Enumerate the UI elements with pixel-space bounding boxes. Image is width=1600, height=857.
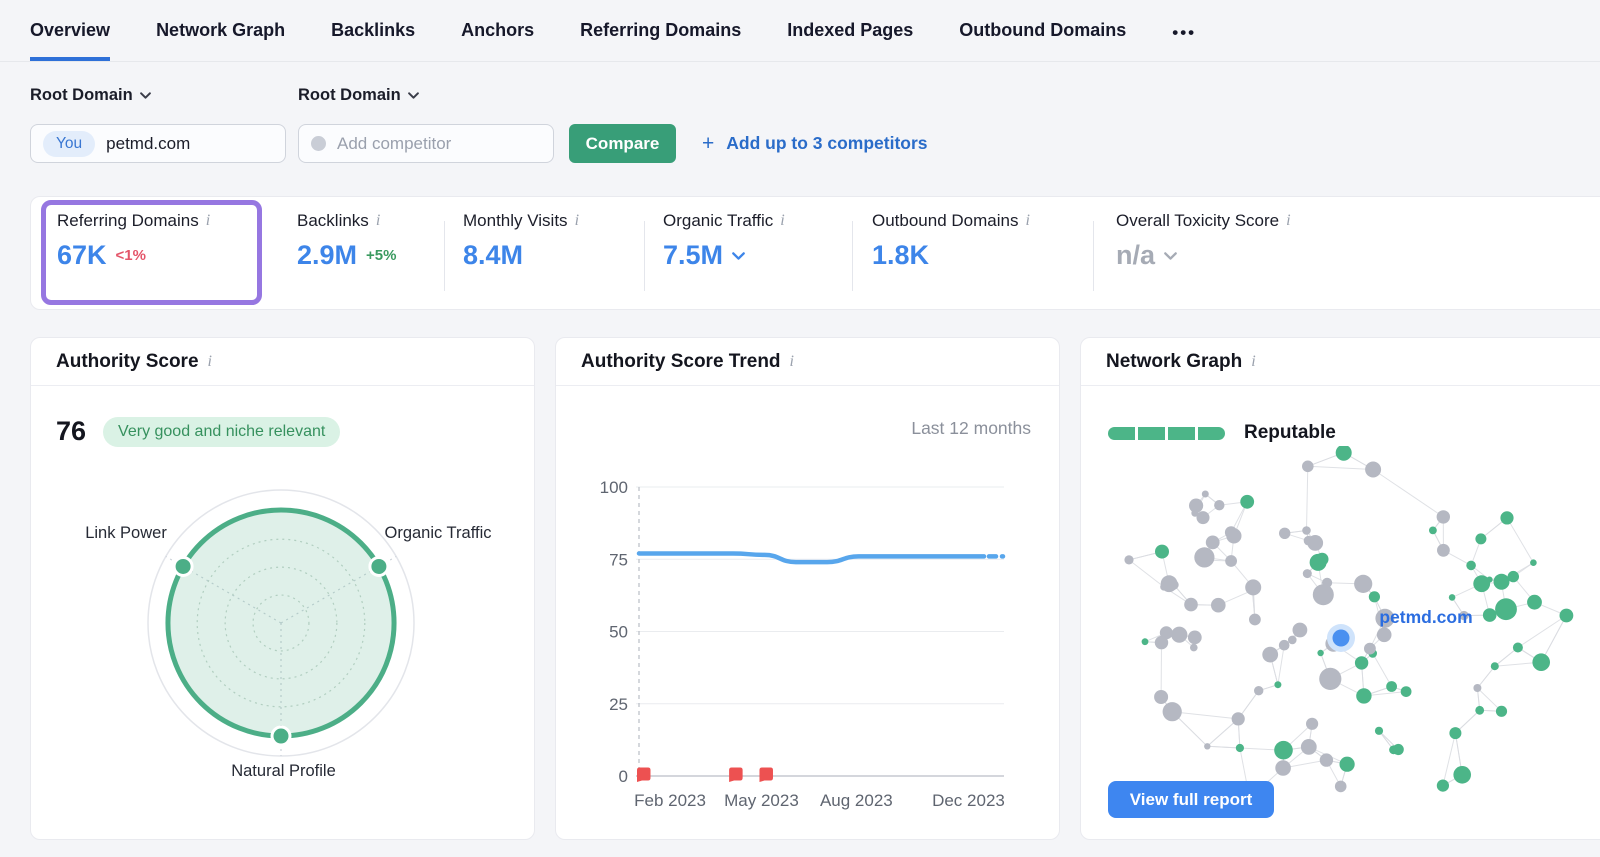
competitor-scope-label: Root Domain bbox=[298, 86, 401, 104]
trend-period-label: Last 12 months bbox=[911, 418, 1031, 438]
you-domain-value: petmd.com bbox=[106, 133, 191, 153]
card-title: Network Graph bbox=[1106, 350, 1243, 372]
metric-label: Referring Domains bbox=[57, 211, 199, 230]
info-icon[interactable]: i bbox=[1251, 353, 1255, 371]
add-competitors-label: Add up to 3 competitors bbox=[726, 133, 928, 153]
reputation-status-label: Reputable bbox=[1244, 422, 1336, 443]
summary-metrics-bar: Referring Domains i 67K <1% Backlinks i 2.9… bbox=[30, 196, 1600, 310]
add-competitor-field[interactable] bbox=[298, 124, 554, 163]
metric-value: 7.5M bbox=[663, 240, 724, 270]
metric-label: Monthly Visits bbox=[463, 211, 568, 230]
divider bbox=[444, 221, 445, 291]
authority-score-trend-card: Authority Score Trend i Last 12 months 1… bbox=[555, 337, 1060, 840]
metric-overall-toxicity-score: Overall Toxicity Score i n/a bbox=[1116, 211, 1291, 271]
info-icon[interactable]: i bbox=[208, 353, 212, 371]
metric-label: Backlinks bbox=[297, 211, 369, 230]
tab-indexed-pages[interactable]: Indexed Pages bbox=[787, 0, 913, 61]
tab-referring-domains[interactable]: Referring Domains bbox=[580, 0, 741, 61]
info-icon[interactable]: i bbox=[206, 212, 210, 230]
info-icon[interactable]: i bbox=[1286, 212, 1290, 230]
metric-delta: +5% bbox=[366, 247, 397, 264]
chevron-down-icon[interactable] bbox=[1164, 251, 1177, 260]
svg-text:50: 50 bbox=[609, 623, 628, 642]
card-header: Network Graph i bbox=[1081, 338, 1600, 386]
card-header: Authority Score i bbox=[31, 338, 534, 386]
you-scope-label: Root Domain bbox=[30, 86, 133, 104]
info-icon[interactable]: i bbox=[376, 212, 380, 230]
metric-value: 8.4M bbox=[463, 240, 524, 270]
chevron-down-icon bbox=[139, 92, 151, 99]
svg-text:Dec 2023: Dec 2023 bbox=[932, 791, 1005, 810]
more-tabs-ellipsis-icon[interactable]: ••• bbox=[1172, 0, 1196, 61]
metric-label: Overall Toxicity Score bbox=[1116, 211, 1280, 230]
info-icon[interactable]: i bbox=[1025, 212, 1029, 230]
metric-referring-domains: Referring Domains i 67K <1% bbox=[57, 211, 210, 271]
card-title: Authority Score bbox=[56, 350, 199, 372]
authority-score-badge: Very good and niche relevant bbox=[103, 416, 341, 447]
svg-text:Feb 2023: Feb 2023 bbox=[634, 791, 706, 810]
svg-text:Aug 2023: Aug 2023 bbox=[820, 791, 893, 810]
info-icon[interactable]: i bbox=[575, 212, 579, 230]
tab-overview[interactable]: Overview bbox=[30, 0, 111, 61]
metric-organic-traffic: Organic Traffic i 7.5M bbox=[663, 211, 785, 271]
authority-score-radar-chart bbox=[147, 489, 415, 757]
svg-text:May 2023: May 2023 bbox=[724, 791, 799, 810]
metric-value: 2.9M bbox=[297, 240, 358, 270]
divider bbox=[852, 221, 853, 291]
metric-delta: <1% bbox=[115, 247, 146, 264]
competitor-dot-icon bbox=[311, 136, 326, 151]
metric-backlinks: Backlinks i 2.9M +5% bbox=[297, 211, 396, 271]
backlink-analytics-page: Overview Network Graph Backlinks Anchors… bbox=[0, 0, 1600, 857]
card-header: Authority Score Trend i bbox=[556, 338, 1059, 386]
chevron-down-icon[interactable] bbox=[732, 251, 745, 260]
compare-button[interactable]: Compare bbox=[569, 124, 676, 163]
metric-outbound-domains: Outbound Domains i 1.8K bbox=[872, 211, 1030, 271]
divider bbox=[1093, 221, 1094, 291]
tab-backlinks[interactable]: Backlinks bbox=[331, 0, 415, 61]
authority-score-trend-chart: 100 75 50 25 0 Feb 2023 May 2023 Aug 2023 Dec 20… bbox=[600, 478, 1006, 810]
radar-axis-link-power: Link Power bbox=[85, 524, 167, 542]
authority-score-value: 76 bbox=[56, 416, 87, 446]
info-icon[interactable]: i bbox=[780, 212, 784, 230]
you-domain-input[interactable]: You petmd.com bbox=[30, 124, 286, 163]
report-tabs: Overview Network Graph Backlinks Anchors… bbox=[0, 0, 1600, 62]
view-full-report-button[interactable]: View full report bbox=[1108, 781, 1274, 818]
tab-outbound-domains[interactable]: Outbound Domains bbox=[959, 0, 1126, 61]
meter-segment bbox=[1168, 426, 1195, 440]
metric-value: 67K bbox=[57, 240, 107, 270]
authority-score-card: Authority Score i 76 Very good and niche… bbox=[30, 337, 535, 840]
svg-text:25: 25 bbox=[609, 695, 628, 714]
tab-network-graph[interactable]: Network Graph bbox=[156, 0, 285, 61]
metric-monthly-visits: Monthly Visits i 8.4M bbox=[463, 211, 579, 271]
radar-axis-organic-traffic: Organic Traffic bbox=[384, 524, 492, 542]
tab-anchors[interactable]: Anchors bbox=[461, 0, 534, 61]
reputation-meter bbox=[1108, 426, 1225, 440]
add-competitor-input[interactable] bbox=[337, 133, 517, 154]
meter-segment bbox=[1108, 426, 1135, 440]
meter-segment bbox=[1198, 426, 1225, 440]
card-title: Authority Score Trend bbox=[581, 350, 781, 372]
network-graph-card: Network Graph i Reputable petmd.com View… bbox=[1080, 337, 1600, 840]
svg-text:0: 0 bbox=[619, 767, 628, 786]
you-scope-dropdown[interactable]: Root Domain bbox=[30, 86, 151, 105]
you-badge: You bbox=[43, 130, 96, 157]
divider bbox=[644, 221, 645, 291]
meter-segment bbox=[1138, 426, 1165, 440]
svg-text:75: 75 bbox=[609, 550, 628, 569]
chevron-down-icon bbox=[407, 92, 419, 99]
metric-label: Outbound Domains bbox=[872, 211, 1019, 230]
metric-value: 1.8K bbox=[872, 240, 930, 270]
radar-axis-natural-profile: Natural Profile bbox=[231, 762, 336, 780]
competitor-scope-dropdown[interactable]: Root Domain bbox=[298, 86, 419, 105]
metric-value: n/a bbox=[1116, 240, 1156, 270]
plus-icon: + bbox=[702, 131, 715, 155]
metric-label: Organic Traffic bbox=[663, 211, 774, 230]
info-icon[interactable]: i bbox=[790, 353, 794, 371]
add-competitors-link[interactable]: + Add up to 3 competitors bbox=[702, 124, 928, 163]
svg-text:100: 100 bbox=[600, 478, 628, 497]
